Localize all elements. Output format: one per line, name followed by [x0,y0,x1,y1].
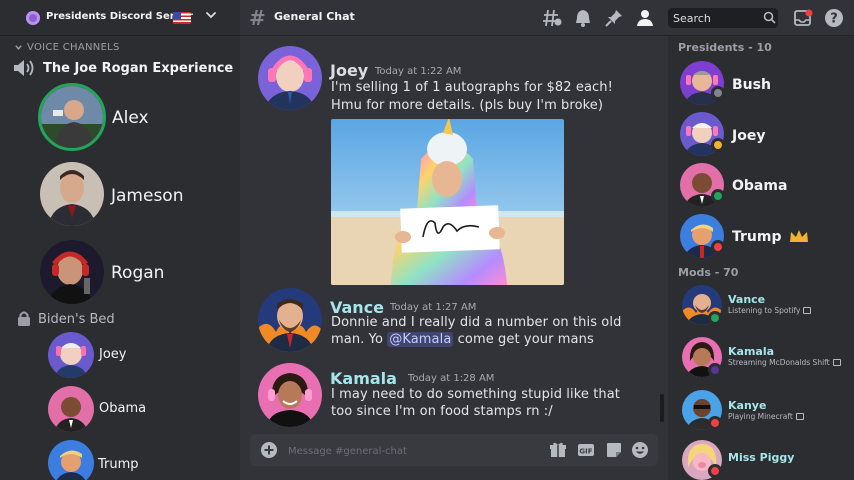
message-avatar-kamala[interactable] [258,363,322,427]
member-activity: Listening to Spotify [728,306,812,315]
message-text: man. Yo @Kamala come get your mans [331,332,594,347]
message-timestamp: Today at 1:28 AM [408,373,495,384]
scrollbar[interactable] [660,394,664,422]
us-flag-icon [173,12,191,24]
crown-icon [790,230,808,242]
chevron-down-icon [15,45,22,50]
add-circle-icon[interactable] [260,441,278,459]
server-name: Presidents Discord Server [46,11,193,22]
lock-icon [18,311,30,326]
voice-member-name: Rogan [111,263,165,283]
status-indicator [708,464,722,478]
inbox-icon[interactable] [793,8,813,28]
voice-channel-joe-rogan[interactable]: The Joe Rogan Experience [43,61,233,76]
message-text: too since I'm on food stamps rn :/ [331,404,553,419]
voice-member-name: Jameson [111,186,184,206]
message-text: I may need to do something stupid like t… [331,387,620,402]
status-indicator [708,416,722,430]
message-avatar-vance[interactable] [258,288,322,352]
voice-member-name: Alex [112,108,149,128]
search-icon[interactable] [763,11,776,24]
message-author[interactable]: Joey [330,61,368,80]
member-name[interactable]: Kamala [728,345,774,358]
member-name[interactable]: Miss Piggy [728,451,794,464]
svg-text:?: ? [830,12,838,27]
voice-channels-category[interactable]: VOICE CHANNELS [14,42,120,53]
message-author[interactable]: Kamala [330,369,397,388]
message-list: Joey Today at 1:22 AM I'm selling 1 of 1… [240,36,668,480]
channel-sidebar: Presidents Discord Server VOICE CHANNELS… [0,0,240,480]
member-list: Presidents - 10 Bush Joey Obama Trump Mo… [668,36,854,480]
member-name[interactable]: Joey [732,128,765,144]
status-indicator [711,189,725,203]
avatar-jameson[interactable] [40,162,104,226]
speaker-icon [14,60,34,76]
activity-icon [803,307,812,314]
status-indicator [711,86,725,100]
message-timestamp: Today at 1:22 AM [375,66,462,77]
avatar-alex[interactable] [38,83,106,151]
status-indicator [711,240,725,254]
help-icon[interactable]: ? [824,8,844,28]
member-group-header: Presidents - 10 [678,41,772,54]
avatar-obama[interactable] [48,386,94,432]
bell-icon[interactable] [573,8,593,28]
voice-member-name: Joey [99,347,127,362]
voice-member-name: Trump [98,457,139,472]
message-text: Donnie and I really did a number on this… [331,315,622,330]
member-activity: Playing Minecraft [728,412,804,421]
image-attachment[interactable] [331,119,564,285]
message-avatar-joey[interactable] [258,46,322,110]
emoji-icon[interactable] [631,441,649,459]
member-name[interactable]: Vance [728,293,765,306]
message-text: Hmu for more details. (pls buy I'm broke… [331,98,604,113]
server-icon [26,11,40,25]
voice-channel-bidens-bed[interactable]: Biden's Bed [38,312,115,327]
member-name[interactable]: Bush [732,77,771,93]
members-icon[interactable] [635,8,655,28]
gift-icon[interactable] [549,441,567,459]
status-indicator [708,311,722,325]
svg-text:GIF: GIF [579,448,592,456]
channel-topbar: # General Chat ? [240,0,854,36]
activity-icon [832,359,841,366]
category-label: VOICE CHANNELS [27,42,120,53]
hash-icon: # [249,6,266,30]
voice-member-name: Obama [99,401,147,416]
member-name[interactable]: Trump [732,229,782,245]
message-input[interactable] [288,442,538,460]
avatar-rogan[interactable] [40,240,104,304]
chevron-down-icon[interactable] [205,9,217,21]
member-name[interactable]: Kanye [728,399,766,412]
member-activity: Streaming McDonalds Shift [728,358,841,367]
search-input[interactable] [668,8,778,28]
gif-icon[interactable]: GIF [577,441,595,459]
server-header[interactable]: Presidents Discord Server [0,0,240,36]
status-indicator [708,363,722,377]
message-composer: GIF [250,434,658,466]
sticker-icon[interactable] [605,441,623,459]
avatar-trump[interactable] [48,440,94,480]
member-group-header: Mods - 70 [678,266,739,279]
activity-icon [795,413,804,420]
member-name[interactable]: Obama [732,178,787,194]
channel-title: General Chat [274,10,355,23]
message-timestamp: Today at 1:27 AM [390,302,477,313]
status-indicator [711,138,725,152]
threads-icon[interactable] [542,8,562,28]
message-text: I'm selling 1 of 1 autographs for $82 ea… [331,80,613,95]
avatar-joey[interactable] [48,332,94,378]
user-mention[interactable]: @Kamala [387,332,454,347]
pin-icon[interactable] [604,8,624,28]
